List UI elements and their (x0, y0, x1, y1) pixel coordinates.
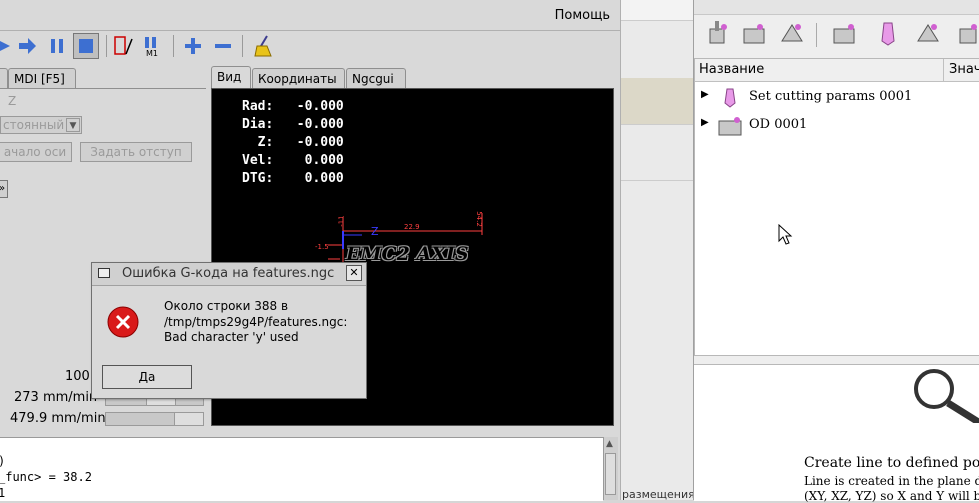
preview-z-label: Z (371, 225, 379, 238)
max-velocity-value: 479.9 mm/min (10, 411, 106, 426)
slider-knob[interactable] (174, 413, 204, 425)
task-description-panel: Create line to defined poi Line is creat… (694, 364, 979, 503)
coord-select[interactable]: стоянный ▼ (0, 116, 82, 134)
background-bar (621, 0, 694, 21)
description-text: (XY, XZ, YZ) so X and Y will b (804, 489, 979, 503)
toolbar-separator (816, 23, 817, 47)
mouse-cursor-icon (778, 224, 793, 245)
step-icon[interactable] (14, 33, 40, 59)
pocket-tool-icon[interactable] (740, 19, 768, 49)
preview-dimension-left: -11 (337, 215, 346, 227)
tree-item[interactable]: ▶ Set cutting params 0001 (695, 86, 979, 110)
console-line: _func> = 38.2 (0, 470, 92, 484)
cutting-params-icon (724, 88, 736, 108)
column-divider[interactable] (943, 59, 944, 81)
zoom-in-icon[interactable] (180, 33, 206, 59)
engrave-tool-icon[interactable] (778, 19, 806, 49)
preview-dimension-top: 22.9 (404, 223, 420, 231)
tab-coordinates[interactable]: Координаты (252, 68, 345, 88)
od-operation-icon (718, 117, 742, 136)
ok-button[interactable]: Да (102, 365, 192, 389)
error-message-line: /tmp/tmps29g4P/features.ngc: (164, 315, 348, 329)
background-window: размещения (620, 0, 695, 501)
vertical-scrollbar[interactable]: ▲ (603, 437, 618, 500)
scroll-thumb[interactable] (605, 453, 616, 495)
tab-underline (0, 88, 206, 89)
zoom-out-icon[interactable] (210, 33, 236, 59)
coord-select-value: стоянный (3, 118, 65, 132)
toolbar-separator (106, 35, 107, 57)
max-velocity-slider[interactable] (105, 412, 204, 426)
cutting-params-icon[interactable] (874, 19, 902, 49)
console-line: 1 (0, 486, 6, 500)
svg-text:M1: M1 (146, 49, 158, 58)
axis-window: Помощь M1 MDI [F5] Z стоянный ▼ ачало ос… (0, 0, 620, 501)
optional-stop-icon[interactable]: M1 (140, 33, 166, 59)
toolbar: M1 (0, 31, 620, 63)
preview-dimension-right: 54.2 (474, 211, 483, 227)
tab-manual[interactable] (0, 68, 8, 88)
column-name[interactable]: Название (699, 62, 764, 77)
divider (621, 124, 694, 125)
error-message-line: Bad character 'y' used (164, 330, 299, 344)
error-icon (107, 306, 139, 338)
feed-override-value: 100 (65, 369, 90, 384)
error-message-line: Около строки 388 в (164, 299, 289, 313)
stop-icon[interactable] (73, 33, 99, 59)
expand-arrow-icon[interactable]: ▶ (701, 89, 709, 100)
console-text[interactable]: ) _func> = 38.2 1 (0, 437, 603, 501)
error-dialog: Ошибка G-кода на features.ngc ✕ Около ст… (91, 262, 367, 399)
tree-item[interactable]: ▶ OD 0001 (695, 114, 979, 138)
description-text: Line is created in the plane de (804, 474, 979, 488)
pause-icon[interactable] (44, 33, 70, 59)
clear-plot-icon[interactable] (250, 33, 276, 59)
background-highlight (621, 78, 694, 124)
block-delete-icon[interactable] (111, 33, 137, 59)
dialog-title: Ошибка G-кода на features.ngc (122, 266, 335, 281)
background-text: размещения (622, 488, 695, 501)
window-icon (98, 268, 110, 278)
chevron-down-icon: ▼ (66, 118, 80, 132)
tab-ngcgui[interactable]: Ngcgui (346, 68, 406, 88)
close-icon[interactable]: ✕ (346, 265, 362, 281)
description-title: Create line to defined poi (804, 455, 979, 471)
expand-arrow-icon[interactable]: ▶ (701, 117, 709, 128)
menu-help[interactable]: Помощь (555, 8, 610, 23)
drill-tool-icon[interactable] (704, 19, 732, 49)
top-toolbar (694, 0, 979, 15)
axis-radio-z[interactable]: Z (8, 94, 16, 108)
thread-tool-icon[interactable] (954, 19, 979, 49)
tree-item-label: OD 0001 (749, 117, 808, 132)
path-toolbar (694, 15, 979, 55)
preview-dimension-side: -1.5 (315, 243, 329, 251)
column-value[interactable]: Знач (949, 62, 979, 77)
tree-header: Название Знач (695, 59, 979, 82)
scroll-up-icon[interactable]: ▲ (606, 439, 613, 449)
tab-view[interactable]: Вид (211, 66, 251, 88)
freecad-window: Название Знач ▶ Set cutting params 0001 … (693, 0, 979, 503)
menubar: Помощь (0, 2, 620, 31)
toolbar-separator (173, 35, 174, 57)
face-tool-icon[interactable] (830, 19, 858, 49)
profile-tool-icon[interactable] (914, 19, 942, 49)
dialog-titlebar[interactable]: Ошибка G-кода на features.ngc ✕ (92, 263, 366, 286)
magnifier-icon (914, 369, 979, 423)
jog-speed-value: 273 mm/min (14, 390, 98, 405)
tab-mdi[interactable]: MDI [F5] (8, 68, 76, 88)
home-axis-button[interactable]: ачало оси (0, 142, 72, 162)
toolbar-separator (242, 35, 243, 57)
console-line: ) (0, 454, 5, 468)
tree-item-label: Set cutting params 0001 (749, 89, 913, 104)
divider (621, 180, 694, 181)
touch-off-button[interactable]: Задать отступ (80, 142, 192, 162)
tree-view: Название Знач ▶ Set cutting params 0001 … (694, 58, 979, 356)
expand-icon[interactable]: » (0, 180, 8, 198)
